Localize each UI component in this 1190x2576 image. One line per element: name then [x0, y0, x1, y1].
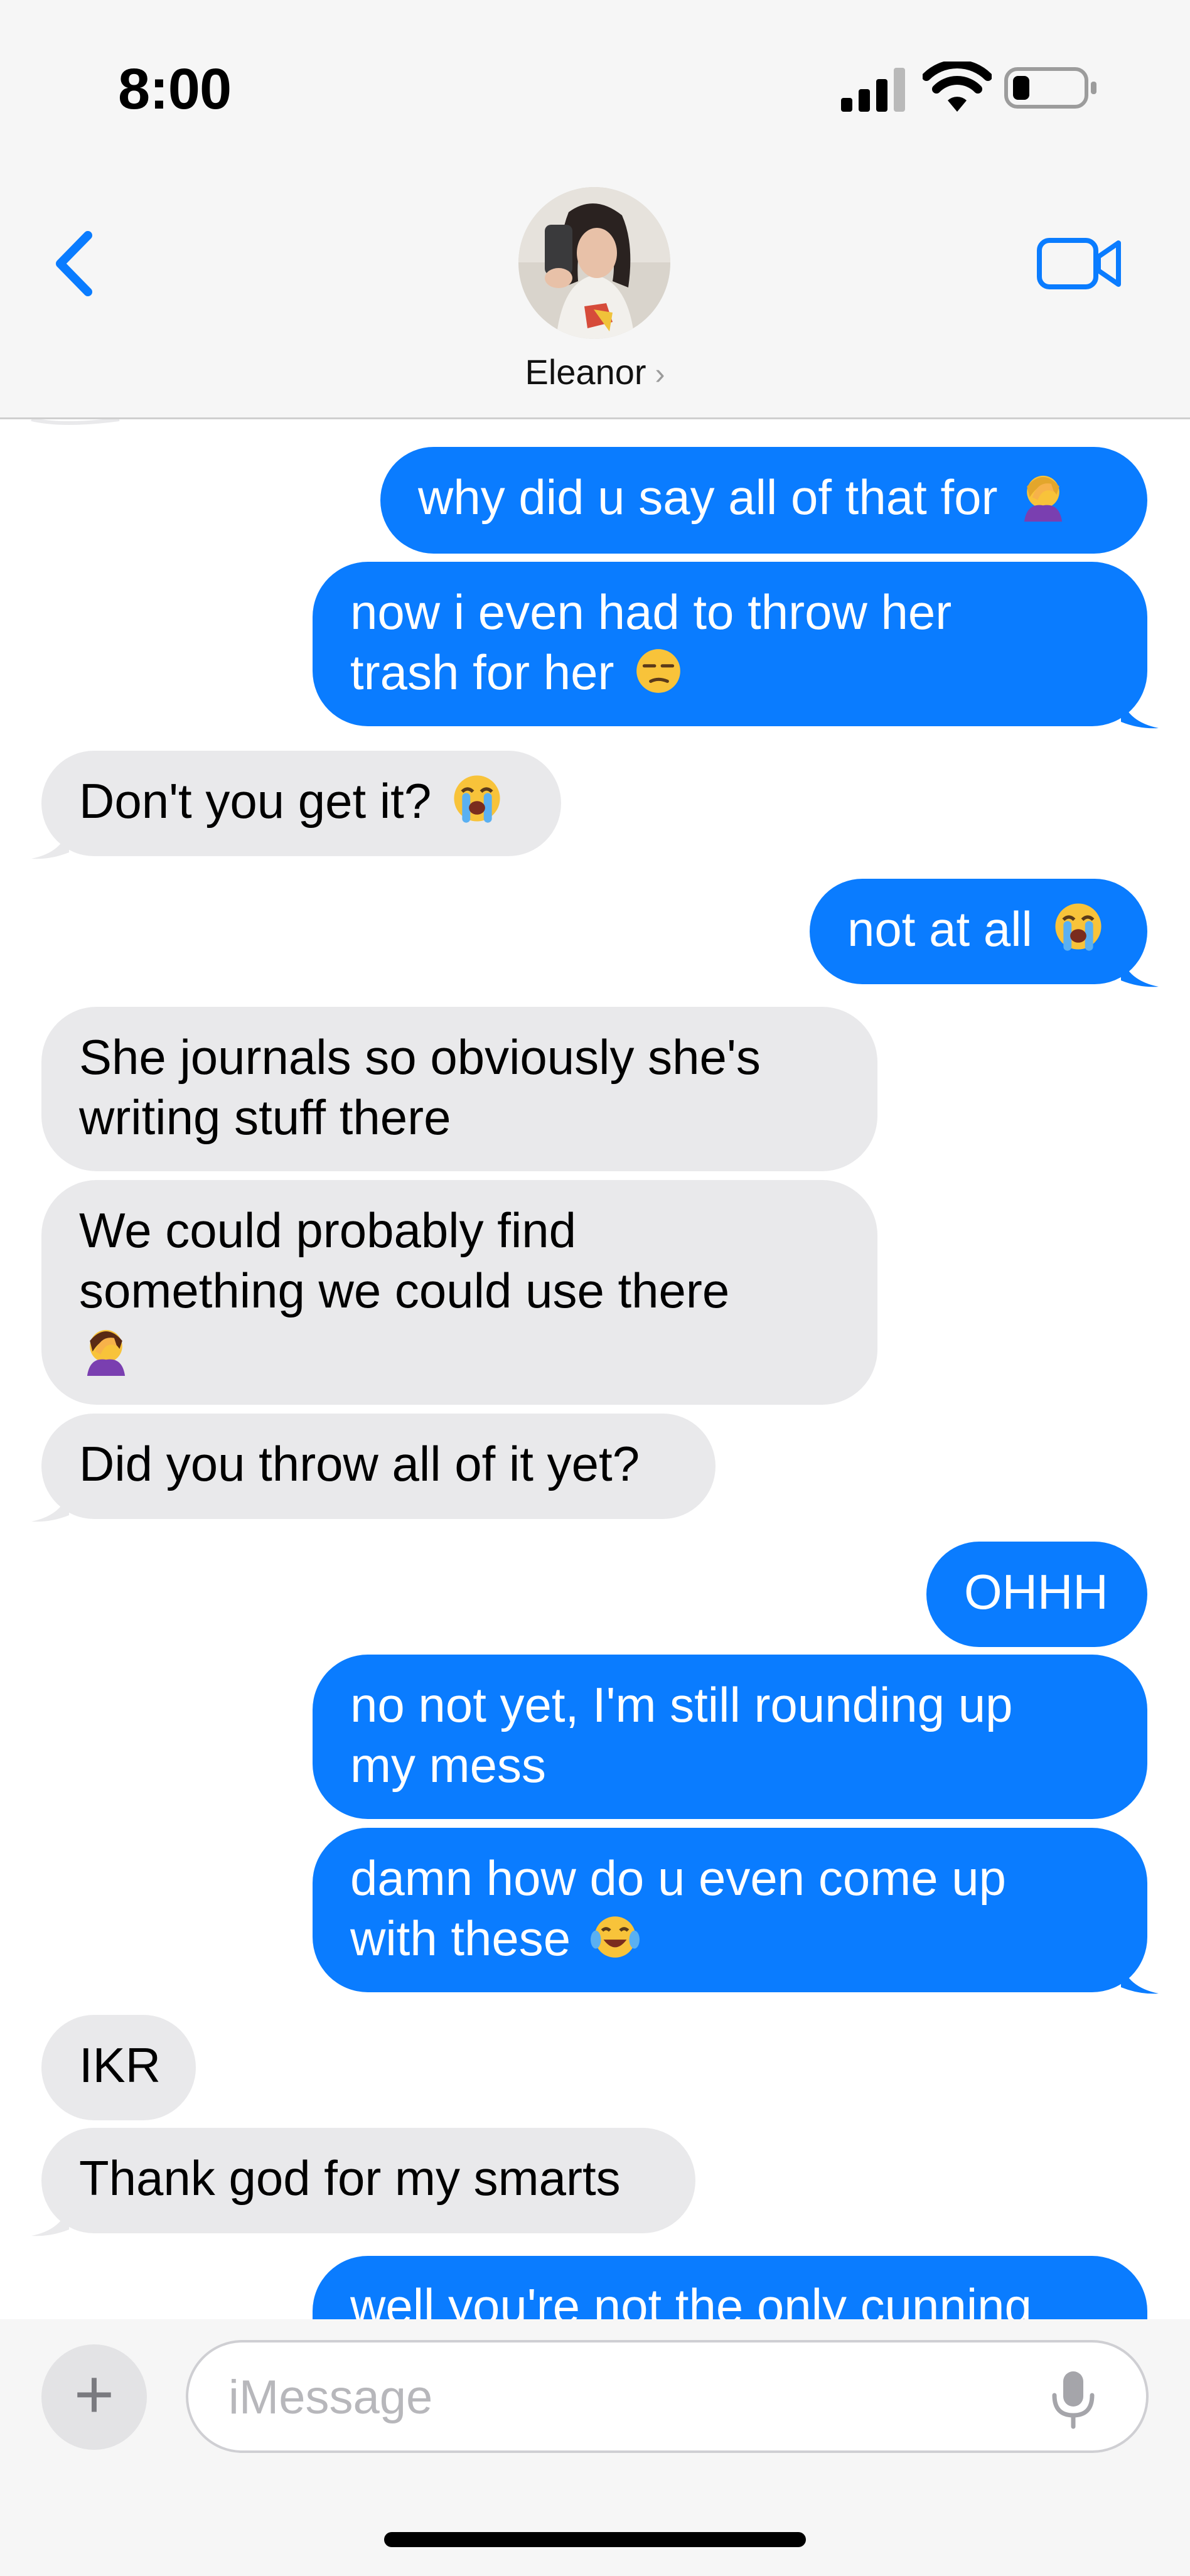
add-attachment-button[interactable]: + — [41, 2344, 147, 2450]
message-text-line-1: damn how do u even come up — [350, 1850, 1007, 1906]
imessage-input[interactable] — [227, 2361, 1008, 2433]
back-chevron-icon[interactable] — [49, 229, 99, 298]
incoming-message[interactable]: We could probably find something we coul… — [41, 1180, 877, 1405]
outgoing-message[interactable]: not at all — [810, 879, 1147, 984]
message-text-line-2: writing stuff there — [79, 1090, 451, 1145]
message-text-line-2: my mess — [350, 1737, 546, 1793]
contact-name-button[interactable]: Eleanor › — [0, 352, 1190, 392]
message-text-line-2: with these — [350, 1911, 571, 1966]
message-input-container[interactable] — [186, 2340, 1149, 2453]
face-with-tears-of-joy-emoji-icon — [590, 1916, 640, 1958]
message-text: Don't you get it? — [79, 773, 432, 829]
contact-photo — [518, 187, 670, 339]
battery-icon — [1004, 67, 1096, 109]
message-text-line-1: no not yet, I'm still rounding up — [350, 1677, 1013, 1732]
message-text-line-1: We could probably find — [79, 1203, 577, 1258]
message-text: Did you throw all of it yet? — [79, 1436, 640, 1491]
incoming-message[interactable]: IKR — [41, 2015, 196, 2120]
video-camera-icon[interactable] — [1036, 235, 1123, 292]
home-indicator[interactable] — [384, 2532, 806, 2547]
contact-name: Eleanor — [525, 352, 646, 392]
contact-avatar[interactable] — [518, 187, 670, 339]
message-text-line-2: something we could use there — [79, 1263, 730, 1318]
contact-chevron: › — [655, 358, 665, 391]
outgoing-message[interactable]: why did u say all of that for — [380, 447, 1147, 554]
unamused-face-emoji-icon — [636, 649, 681, 693]
incoming-bubble-tail — [31, 827, 69, 859]
message-text-line-1: now i even had to throw her — [350, 584, 952, 640]
plus-icon: + — [73, 2356, 115, 2433]
incoming-message[interactable]: She journals so obviously she's writing … — [41, 1007, 877, 1171]
outgoing-bubble-tail — [1121, 697, 1159, 729]
woman-facepalming-emoji-icon — [1024, 475, 1063, 522]
incoming-message[interactable]: Did you throw all of it yet? — [41, 1414, 716, 1519]
outgoing-message[interactable]: now i even had to throw her trash for he… — [313, 562, 1147, 726]
status-time: 8:00 — [118, 57, 232, 121]
loudly-crying-face-emoji-icon — [454, 775, 500, 823]
woman-facepalming-emoji-icon — [87, 1329, 126, 1376]
outgoing-message[interactable]: no not yet, I'm still rounding up my mes… — [313, 1655, 1147, 1819]
incoming-message[interactable]: Thank god for my smarts — [41, 2128, 695, 2233]
message-text-line-2: trash for her — [350, 645, 614, 700]
navigation-header: 8:00 Eleanor › — [0, 0, 1190, 419]
message-text: IKR — [79, 2037, 161, 2093]
cellular-signal-icon — [841, 68, 905, 112]
outgoing-message[interactable]: OHHH — [926, 1542, 1147, 1647]
message-text: not at all — [847, 901, 1032, 957]
incoming-bubble-tail — [31, 2204, 69, 2236]
previous-message-tail — [31, 419, 120, 425]
outgoing-message[interactable]: damn how do u even come up with these — [313, 1828, 1147, 1992]
message-text: why did u say all of that for — [418, 470, 998, 525]
wifi-icon — [923, 62, 992, 112]
outgoing-bubble-tail — [1121, 955, 1159, 987]
loudly-crying-face-emoji-icon — [1054, 903, 1102, 951]
incoming-bubble-tail — [31, 1490, 69, 1522]
message-text: Thank god for my smarts — [79, 2150, 621, 2206]
incoming-message[interactable]: Don't you get it? — [41, 751, 561, 856]
microphone-icon[interactable] — [1049, 2369, 1097, 2429]
outgoing-bubble-tail — [1121, 1962, 1159, 1994]
message-text: OHHH — [964, 1564, 1108, 1619]
message-text-line-1: She journals so obviously she's — [79, 1029, 761, 1085]
